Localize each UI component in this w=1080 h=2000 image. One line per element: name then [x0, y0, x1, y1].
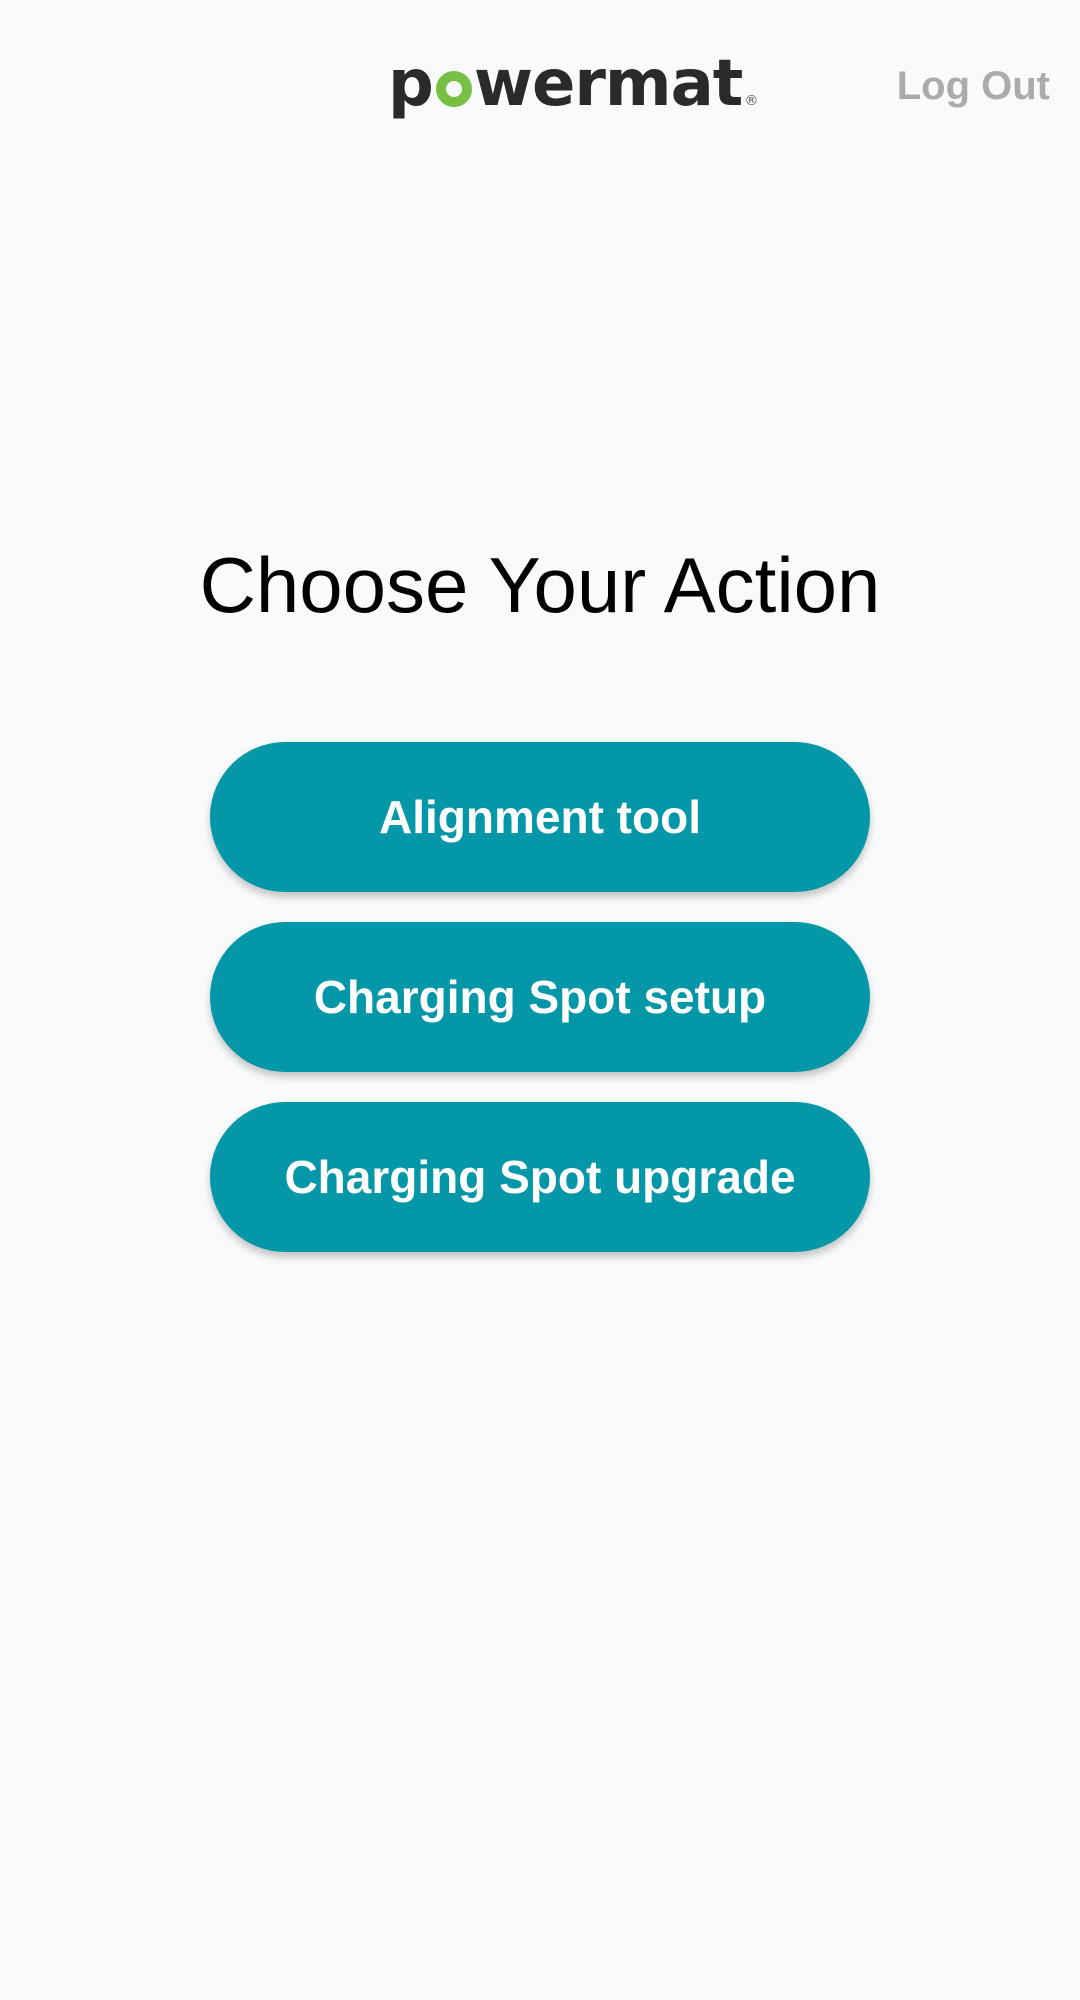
charging-spot-setup-button[interactable]: Charging Spot setup — [210, 922, 870, 1072]
logout-button[interactable]: Log Out — [897, 58, 1050, 114]
app-screen: p wermat ® Log Out Choose Your Action Alig… — [0, 0, 1080, 2000]
charging-spot-upgrade-label: Charging Spot upgrade — [284, 1151, 796, 1203]
logo-letters-rest: wermat — [473, 47, 744, 121]
charging-spot-upgrade-button[interactable]: Charging Spot upgrade — [210, 1102, 870, 1252]
action-list: Alignment tool Charging Spot setup Charg… — [210, 742, 870, 1282]
powermat-logo: p wermat ® — [388, 44, 758, 124]
alignment-tool-button[interactable]: Alignment tool — [210, 742, 870, 892]
logo-o-ring-icon — [435, 71, 472, 107]
logo-registered-mark: ® — [744, 93, 758, 109]
alignment-tool-label: Alignment tool — [379, 791, 701, 843]
header: p wermat ® Log Out — [0, 0, 1080, 170]
page-title: Choose Your Action — [199, 541, 881, 629]
logo-wordmark: p wermat ® — [388, 44, 758, 124]
logo-letter-p: p — [388, 47, 434, 121]
charging-spot-setup-label: Charging Spot setup — [313, 971, 767, 1023]
